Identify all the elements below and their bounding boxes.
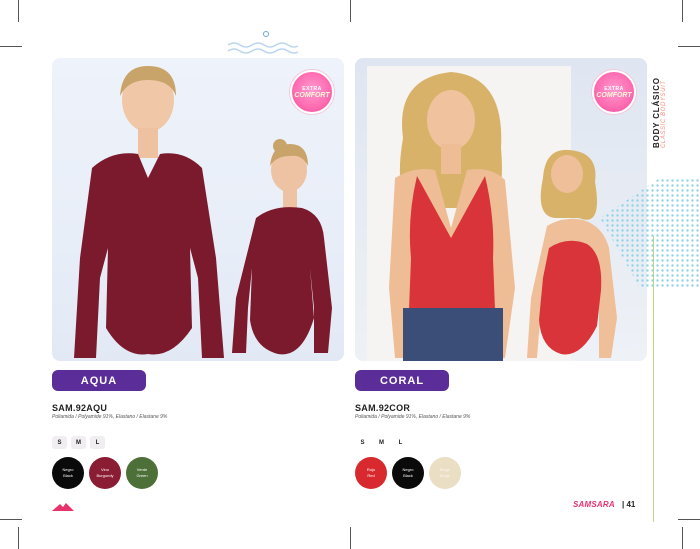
product-composition: Poliamida / Polyamide 91%, Elastano / El…	[52, 414, 168, 420]
divider-line	[653, 236, 654, 522]
size-chip: L	[398, 439, 403, 446]
color-swatch: Beige Beige	[429, 457, 461, 489]
badge-line-2: COMFORT	[596, 91, 632, 99]
color-swatch: Negro Black	[392, 457, 424, 489]
product-code: SAM.92COR	[355, 403, 411, 413]
section-title-sub: CLASSIC BODYSUIT	[661, 80, 667, 148]
size-chip: S	[52, 436, 67, 449]
size-list: S M L	[52, 436, 105, 449]
size-chip: S	[360, 439, 365, 446]
section-title: BODY CLÁSICO CLASSIC BODYSUIT	[652, 40, 672, 150]
crop-mark	[350, 0, 351, 22]
product-name-pill: CORAL	[355, 370, 449, 391]
decorative-circle	[263, 31, 269, 37]
extra-comfort-badge: EXTRA COMFORT	[290, 70, 334, 114]
size-list: S M L	[355, 436, 408, 449]
product-code: SAM.92AQU	[52, 403, 108, 413]
badge-line-2: COMFORT	[294, 91, 330, 99]
size-chip: M	[71, 436, 86, 449]
extra-comfort-badge: EXTRA COMFORT	[592, 70, 636, 114]
crop-mark	[18, 527, 19, 549]
crop-mark	[682, 527, 683, 549]
section-title-main: BODY CLÁSICO	[652, 77, 661, 148]
color-swatches: Rojo Red Negro Black Beige Beige	[355, 457, 461, 489]
page-number: | 41	[622, 500, 636, 509]
crop-mark	[18, 0, 19, 22]
size-chip: M	[379, 439, 384, 446]
product-composition: Poliamida / Polyamide 91%, Elastano / El…	[355, 414, 471, 420]
color-swatch: Rojo Red	[355, 457, 387, 489]
color-name-en: Burgundy	[96, 473, 114, 478]
product-name-pill: AQUA	[52, 370, 146, 391]
crop-mark	[0, 46, 22, 47]
color-name-en: Green	[136, 473, 148, 478]
crop-mark	[678, 46, 700, 47]
size-chip: L	[90, 436, 105, 449]
crop-mark	[682, 0, 683, 22]
color-name-en: Beige	[439, 473, 451, 478]
brand-logo-icon	[52, 503, 74, 511]
crop-mark	[350, 527, 351, 549]
color-name-en: Black	[403, 473, 413, 478]
color-swatches: Negro Black Vino Burgundy Verde Green	[52, 457, 158, 489]
crop-mark	[0, 519, 22, 520]
crop-mark	[678, 519, 700, 520]
color-swatch: Vino Burgundy	[89, 457, 121, 489]
color-swatch: Verde Green	[126, 457, 158, 489]
color-name-en: Red	[367, 473, 375, 478]
color-name-en: Black	[63, 473, 73, 478]
decorative-dot-pattern	[600, 178, 700, 288]
color-swatch: Negro Black	[52, 457, 84, 489]
decorative-wave	[228, 42, 298, 54]
brand-name: SAMSARA	[573, 500, 615, 509]
